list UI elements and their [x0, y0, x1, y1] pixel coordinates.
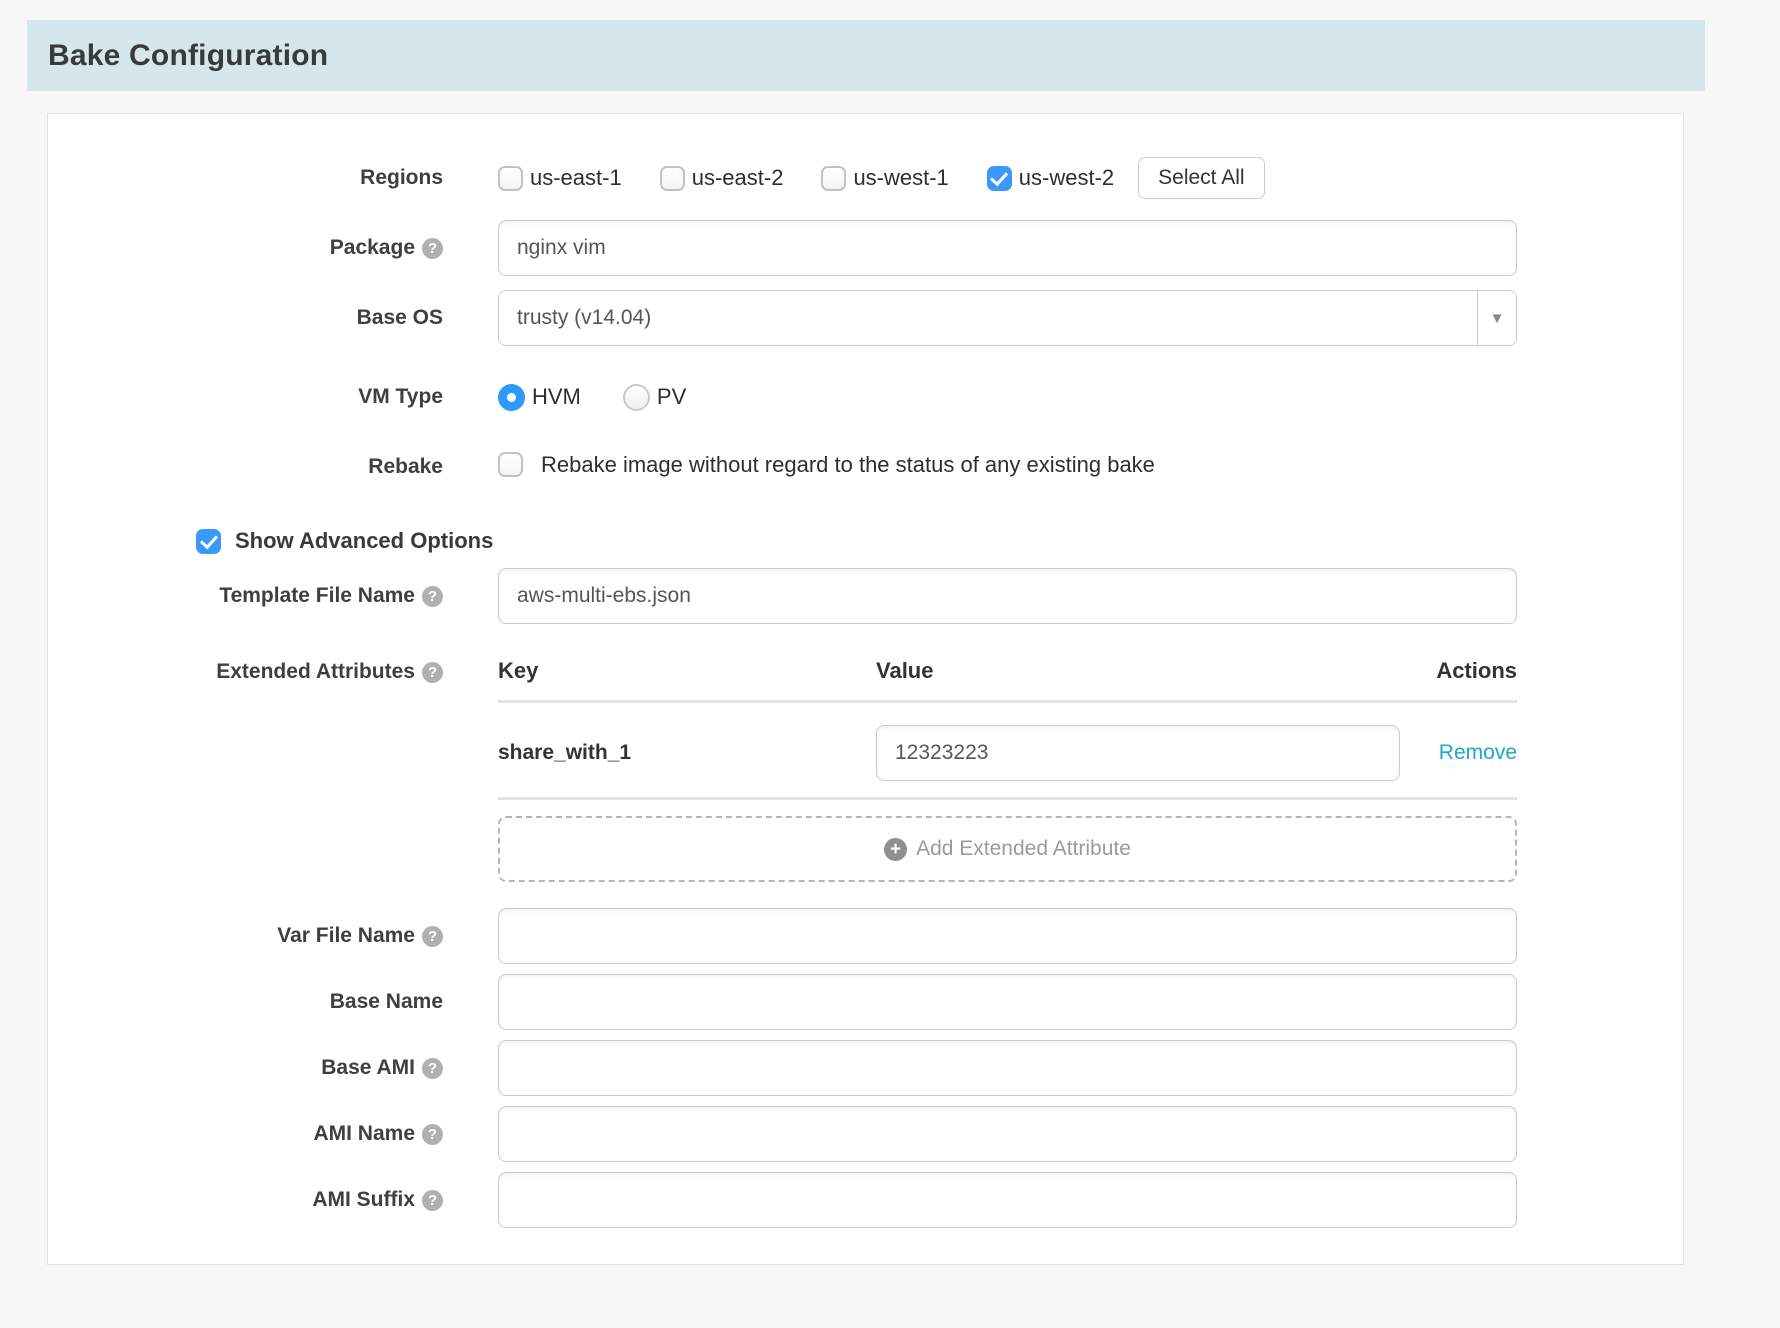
vm-type-label-pv: PV [657, 384, 686, 410]
base-os-selected-value: trusty (v14.04) [517, 306, 651, 330]
show-advanced-options-row[interactable]: Show Advanced Options [48, 526, 1683, 556]
show-advanced-checkbox[interactable] [196, 529, 221, 554]
var-file-name-input[interactable] [498, 908, 1517, 964]
help-icon[interactable]: ? [422, 926, 443, 947]
vm-type-options: HVM PV [498, 384, 1517, 411]
regions-row: Regions us-east-1 us-east-2 us-west-1 us… [48, 150, 1683, 206]
add-extended-attribute-label: Add Extended Attribute [916, 837, 1131, 861]
attribute-value-cell [876, 725, 1400, 781]
column-header-value: Value [876, 658, 1400, 684]
regions-label: Regions [360, 166, 443, 190]
base-name-row: Base Name [48, 974, 1683, 1030]
region-label-us-west-1: us-west-1 [853, 165, 948, 191]
region-label-us-west-2: us-west-2 [1019, 165, 1114, 191]
vm-type-option-hvm[interactable]: HVM [498, 384, 581, 411]
remove-attribute-link[interactable]: Remove [1439, 741, 1517, 765]
region-label-us-east-2: us-east-2 [692, 165, 784, 191]
base-name-label-cell: Base Name [48, 990, 443, 1014]
column-header-actions: Actions [1436, 658, 1517, 684]
package-label: Package [330, 236, 415, 260]
package-label-cell: Package ? [48, 236, 443, 260]
vm-type-row: VM Type HVM PV [48, 374, 1683, 420]
region-checkbox-us-east-2[interactable] [660, 166, 685, 191]
help-icon[interactable]: ? [422, 662, 443, 683]
extended-attributes-row: Extended Attributes ? Key Value Actions … [48, 658, 1683, 882]
help-icon[interactable]: ? [422, 586, 443, 607]
var-file-name-row: Var File Name ? [48, 908, 1683, 964]
extended-attributes-table: Key Value Actions share_with_1 Remove + … [498, 658, 1517, 882]
help-icon[interactable]: ? [422, 1190, 443, 1211]
section-header: Bake Configuration [27, 20, 1705, 91]
ami-suffix-input[interactable] [498, 1172, 1517, 1228]
vm-type-label-hvm: HVM [532, 384, 581, 410]
help-icon[interactable]: ? [422, 1058, 443, 1079]
column-header-key: Key [498, 658, 876, 684]
vm-type-label: VM Type [358, 385, 443, 409]
region-option-us-east-2[interactable]: us-east-2 [660, 165, 784, 191]
rebake-label-cell: Rebake [48, 455, 443, 479]
template-file-name-row: Template File Name ? [48, 568, 1683, 624]
base-os-label: Base OS [357, 306, 443, 330]
extended-attribute-row: share_with_1 Remove [498, 703, 1517, 800]
regions-options: us-east-1 us-east-2 us-west-1 us-west-2 … [498, 157, 1517, 199]
base-os-label-cell: Base OS [48, 306, 443, 330]
help-icon[interactable]: ? [422, 238, 443, 259]
bake-configuration-card: Regions us-east-1 us-east-2 us-west-1 us… [47, 113, 1684, 1265]
attribute-key: share_with_1 [498, 741, 876, 765]
rebake-label: Rebake [368, 455, 443, 479]
attribute-value-input[interactable] [876, 725, 1400, 781]
base-ami-input[interactable] [498, 1040, 1517, 1096]
regions-label-cell: Regions [48, 166, 443, 190]
rebake-row: Rebake Rebake image without regard to th… [48, 444, 1683, 490]
ami-name-input[interactable] [498, 1106, 1517, 1162]
base-name-input[interactable] [498, 974, 1517, 1030]
base-ami-label: Base AMI [321, 1056, 415, 1080]
ami-suffix-row: AMI Suffix ? [48, 1172, 1683, 1228]
ami-name-label: AMI Name [313, 1122, 415, 1146]
var-file-name-label-cell: Var File Name ? [48, 924, 443, 948]
select-arrow-box[interactable]: ▼ [1477, 291, 1516, 345]
vm-type-radio-hvm[interactable] [498, 384, 525, 411]
vm-type-option-pv[interactable]: PV [623, 384, 686, 411]
select-all-button[interactable]: Select All [1138, 157, 1264, 199]
package-input[interactable] [498, 220, 1517, 276]
ami-suffix-label: AMI Suffix [312, 1188, 415, 1212]
extended-attributes-label: Extended Attributes [216, 660, 415, 684]
base-ami-label-cell: Base AMI ? [48, 1056, 443, 1080]
region-label-us-east-1: us-east-1 [530, 165, 622, 191]
template-file-name-label-cell: Template File Name ? [48, 584, 443, 608]
base-name-label: Base Name [330, 990, 443, 1014]
base-os-row: Base OS trusty (v14.04) ▼ [48, 290, 1683, 346]
region-checkbox-us-west-1[interactable] [821, 166, 846, 191]
base-os-select[interactable]: trusty (v14.04) ▼ [498, 290, 1517, 346]
ami-name-label-cell: AMI Name ? [48, 1122, 443, 1146]
vm-type-label-cell: VM Type [48, 385, 443, 409]
chevron-down-icon: ▼ [1490, 310, 1505, 327]
region-option-us-east-1[interactable]: us-east-1 [498, 165, 622, 191]
template-file-name-input[interactable] [498, 568, 1517, 624]
base-ami-row: Base AMI ? [48, 1040, 1683, 1096]
help-icon[interactable]: ? [422, 1124, 443, 1145]
ami-name-row: AMI Name ? [48, 1106, 1683, 1162]
region-option-us-west-1[interactable]: us-west-1 [821, 165, 948, 191]
extended-attributes-header-row: Key Value Actions [498, 658, 1517, 703]
plus-icon: + [884, 838, 907, 861]
rebake-option[interactable]: Rebake image without regard to the statu… [498, 452, 1155, 478]
region-option-us-west-2[interactable]: us-west-2 [987, 165, 1114, 191]
region-checkbox-us-west-2[interactable] [987, 166, 1012, 191]
rebake-checkbox[interactable] [498, 452, 523, 477]
var-file-name-label: Var File Name [277, 924, 415, 948]
vm-type-radio-pv[interactable] [623, 384, 650, 411]
region-checkbox-us-east-1[interactable] [498, 166, 523, 191]
rebake-checkbox-label: Rebake image without regard to the statu… [541, 452, 1155, 478]
add-extended-attribute-button[interactable]: + Add Extended Attribute [498, 816, 1517, 882]
package-row: Package ? [48, 220, 1683, 276]
extended-attributes-label-cell: Extended Attributes ? [48, 658, 443, 684]
ami-suffix-label-cell: AMI Suffix ? [48, 1188, 443, 1212]
page-title: Bake Configuration [48, 39, 328, 73]
template-file-name-label: Template File Name [219, 584, 415, 608]
show-advanced-label: Show Advanced Options [235, 528, 493, 554]
